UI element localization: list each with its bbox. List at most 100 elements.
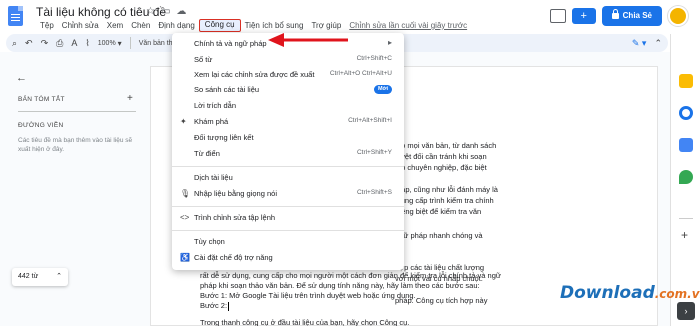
cloud-saved-icon[interactable]: ☁ <box>176 6 186 17</box>
side-divider <box>679 218 693 219</box>
menu-item-word-count[interactable]: Số từ Ctrl+Shift+C <box>172 53 404 67</box>
menu-item-label: Khám phá <box>194 117 229 126</box>
menu-bar: Tệp Chỉnh sửa Xem Chèn Định dạng Công cụ… <box>36 19 467 32</box>
tools-menu: Chính tả và ngữ pháp ▸ Số từ Ctrl+Shift+… <box>172 33 404 270</box>
redo-icon[interactable]: ↷ <box>41 38 49 49</box>
zoom-select[interactable]: 100% ▾ <box>98 39 122 48</box>
watermark-logo: Download.com.vn <box>560 283 700 303</box>
collapse-toolbar-icon[interactable]: ⌃ <box>654 38 662 49</box>
zoom-value: 100% <box>97 39 116 47</box>
body-text: háp, cũng như lỗi đánh máy là <box>397 185 498 194</box>
menu-divider <box>172 166 404 167</box>
body-text: riêng biệt để kiểm tra văn <box>397 207 482 216</box>
star-icon[interactable]: ☆ <box>146 6 155 17</box>
contacts-icon[interactable] <box>679 138 693 152</box>
body-text: Trong thanh công cụ ở đầu tài liệu của b… <box>200 318 410 326</box>
menu-divider <box>172 206 404 207</box>
move-folder-icon[interactable]: ▭ <box>161 6 170 17</box>
add-addon-icon[interactable]: + <box>681 228 688 242</box>
toolbar-divider <box>129 37 131 49</box>
watermark-main: Download <box>560 283 655 303</box>
word-count-value: 442 từ <box>18 273 39 280</box>
menu-item-label: Dịch tài liệu <box>194 173 233 182</box>
paint-format-icon[interactable]: ⌇ <box>85 38 89 49</box>
menu-item-label: Chính tả và ngữ pháp <box>194 39 267 48</box>
spellcheck-icon[interactable]: A <box>71 38 77 48</box>
avatar[interactable] <box>668 6 688 26</box>
back-arrow-icon[interactable]: ← <box>16 72 27 84</box>
print-icon[interactable]: ⎙ <box>56 38 63 49</box>
menu-item-label: Xem lại các chỉnh sửa được đề xuất <box>194 70 315 79</box>
meet-present-button[interactable]: + <box>571 8 596 24</box>
outline-divider <box>18 111 136 112</box>
menu-view[interactable]: Xem <box>103 19 127 32</box>
share-label: Chia Sẻ <box>622 11 652 20</box>
body-text: pháp khi soạn thảo văn bản. Để sử dụng t… <box>200 281 480 290</box>
menu-item-script-editor[interactable]: <> Trình chỉnh sửa tập lệnh <box>172 211 404 225</box>
show-side-panel-icon[interactable]: › <box>677 302 695 320</box>
menu-insert[interactable]: Chèn <box>127 19 154 32</box>
watermark-sub: .com.vn <box>654 287 700 301</box>
undo-icon[interactable]: ↶ <box>25 38 33 49</box>
explore-icon: ✦ <box>180 117 187 126</box>
menu-item-dictionary[interactable]: Từ điển Ctrl+Shift+Y <box>172 147 404 161</box>
menu-item-review-edits[interactable]: Xem lại các chỉnh sửa được đề xuất Ctrl+… <box>172 68 404 82</box>
summary-heading: BẢN TÓM TẮT <box>18 96 65 103</box>
menu-addons[interactable]: Tiện ích bổ sung <box>241 19 308 32</box>
menu-item-label: Cài đặt chế độ trợ năng <box>194 253 273 262</box>
body-text: uyệt đối cần tránh khi soạn <box>397 152 487 161</box>
menu-item-explore[interactable]: ✦ Khám phá Ctrl+Alt+Shift+I <box>172 115 404 129</box>
last-edit-link[interactable]: Chỉnh sửa lần cuối vài giây trước <box>349 21 467 30</box>
chevron-up-icon: ⌃ <box>56 273 62 280</box>
menu-edit[interactable]: Chỉnh sửa <box>58 19 103 32</box>
share-button[interactable]: Chia Sẻ <box>601 6 662 26</box>
menu-file[interactable]: Tệp <box>36 19 58 32</box>
accessibility-icon: ♿ <box>180 253 190 262</box>
menu-item-citations[interactable]: Lời trích dẫn <box>172 99 404 113</box>
submenu-arrow-icon: ▸ <box>387 38 392 47</box>
menu-item-label: Nhập liệu bằng giọng nói <box>194 189 277 198</box>
menu-item-label: Số từ <box>194 55 213 64</box>
menu-item-preferences[interactable]: Tùy chọn <box>172 235 404 249</box>
body-text: ngữ pháp nhanh chóng và <box>395 231 483 240</box>
keep-icon[interactable] <box>679 74 693 88</box>
maps-icon[interactable] <box>679 170 693 184</box>
menu-divider <box>172 230 404 231</box>
search-icon[interactable]: ⌕ <box>12 38 17 49</box>
menu-item-label: Từ điển <box>194 149 220 158</box>
menu-item-voice-typing[interactable]: 🎙 Nhập liệu bằng giọng nói Ctrl+Shift+S <box>172 187 404 201</box>
new-badge: Mới <box>373 85 392 94</box>
menu-item-accessibility[interactable]: ♿ Cài đặt chế độ trợ năng <box>172 251 404 265</box>
word-count-badge[interactable]: 442 từ ⌃ <box>12 268 68 286</box>
text-cursor <box>228 301 230 311</box>
menu-tools[interactable]: Công cụ <box>198 19 241 32</box>
tasks-icon[interactable] <box>679 106 693 120</box>
outline-heading: ĐƯỜNG VIỀN <box>18 122 64 129</box>
comments-icon[interactable] <box>549 9 566 23</box>
menu-item-label: Tùy chọn <box>194 237 225 246</box>
lock-icon <box>611 9 619 19</box>
header-actions: + Chia Sẻ <box>549 6 688 26</box>
menu-item-shortcut: Ctrl+Shift+C <box>356 55 392 62</box>
code-icon: <> <box>180 213 190 222</box>
outline-note: Các tiêu đề mà bạn thêm vào tài liệu sẽ … <box>18 137 133 153</box>
menu-item-linked-objects[interactable]: Đối tượng liên kết <box>172 131 404 145</box>
add-summary-icon[interactable]: + <box>127 93 133 104</box>
body-text: họ mọi văn bản, từ danh sách <box>397 141 497 150</box>
body-text: cung cấp trình kiểm tra chính <box>397 196 494 205</box>
body-text: rất dễ sử dụng, cung cấp cho mọi người m… <box>200 271 501 280</box>
menu-item-label: Trình chỉnh sửa tập lệnh <box>194 213 276 222</box>
menu-item-label: So sánh các tài liệu <box>194 85 260 94</box>
editing-mode-icon[interactable]: ✎ ▾ <box>632 38 647 49</box>
body-text: ộp chuyên nghiệp, đặc biệt <box>397 163 487 172</box>
menu-item-shortcut: Ctrl+Shift+Y <box>356 149 392 156</box>
menu-item-shortcut: Ctrl+Alt+O Ctrl+Alt+U <box>329 70 392 77</box>
docs-logo[interactable] <box>8 6 23 26</box>
menu-help[interactable]: Trợ giúp <box>307 19 345 32</box>
menu-item-shortcut: Ctrl+Alt+Shift+I <box>348 117 392 124</box>
menu-item-compare-documents[interactable]: So sánh các tài liệu Mới <box>172 83 404 97</box>
menu-format[interactable]: Định dạng <box>154 19 198 32</box>
chevron-down-icon: ▾ <box>117 38 122 48</box>
microphone-icon: 🎙 <box>180 189 191 198</box>
menu-item-translate[interactable]: Dịch tài liệu <box>172 171 404 185</box>
